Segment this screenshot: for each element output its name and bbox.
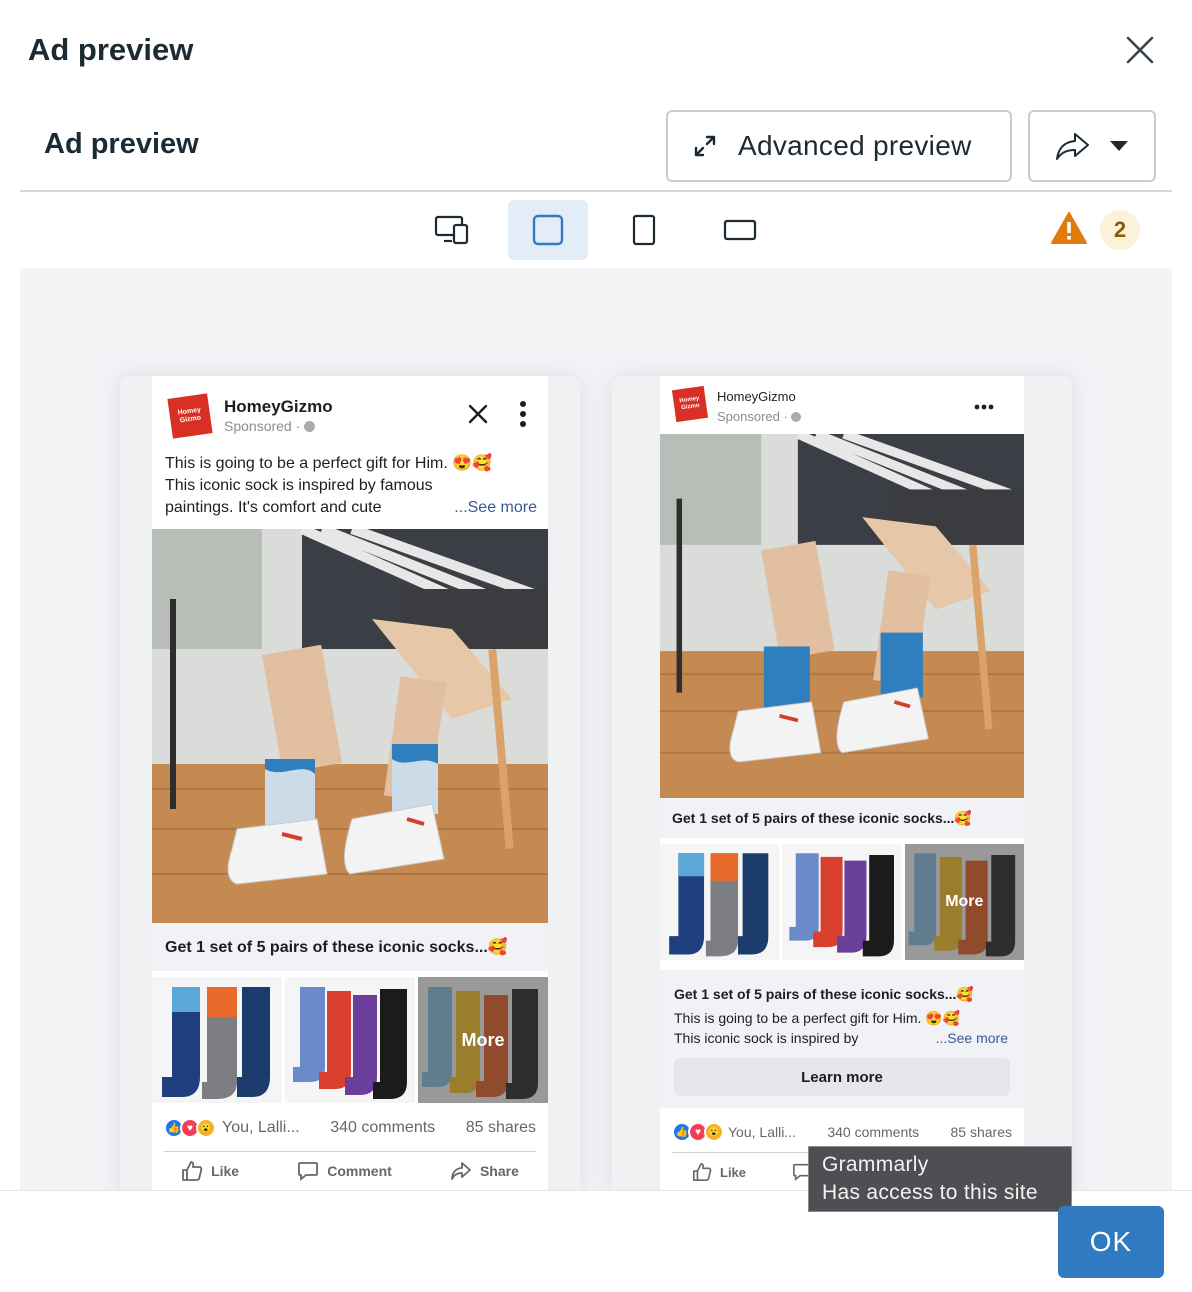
carousel-item[interactable] bbox=[152, 977, 282, 1103]
post-text-line: This iconic sock is inspired by famous bbox=[165, 477, 433, 494]
tooltip-title: Grammarly bbox=[822, 1153, 929, 1176]
post-text: This is going to be a perfect gift for H… bbox=[165, 453, 537, 519]
vertical-format-button[interactable] bbox=[604, 200, 684, 260]
square-icon bbox=[532, 214, 564, 246]
shares-count[interactable]: 85 shares bbox=[951, 1124, 1012, 1140]
reaction-icons: 👍 ♥ 😮 bbox=[164, 1118, 216, 1138]
more-overlay[interactable]: More bbox=[418, 977, 548, 1103]
sock-image bbox=[660, 844, 780, 960]
all-placements-button[interactable] bbox=[412, 200, 492, 260]
devices-icon bbox=[434, 215, 469, 245]
sponsored-text: Sponsored · bbox=[717, 409, 792, 424]
share-action[interactable]: Share bbox=[450, 1160, 519, 1182]
sock-image bbox=[285, 977, 415, 1103]
shares-count[interactable]: 85 shares bbox=[466, 1119, 536, 1137]
socks-photo bbox=[660, 434, 1024, 798]
sponsored-label: Sponsored · bbox=[224, 418, 316, 434]
share-dropdown-button[interactable] bbox=[1028, 110, 1156, 182]
globe-icon bbox=[791, 412, 802, 422]
brand-logo: Homey Gizmo bbox=[167, 393, 213, 439]
share-arrow-icon bbox=[451, 1162, 471, 1180]
like-action[interactable]: Like bbox=[692, 1162, 746, 1182]
description-line: This is going to be a perfect gift for H… bbox=[674, 1010, 961, 1026]
page-name[interactable]: HomeyGizmo bbox=[717, 389, 796, 404]
engagement-row: 👍 ♥ 😮 You, Lalli... 340 comments 85 shar… bbox=[164, 1118, 536, 1138]
carousel-item[interactable]: More bbox=[904, 844, 1024, 960]
sponsored-text: Sponsored · bbox=[224, 418, 305, 434]
carousel-caption[interactable]: Get 1 set of 5 pairs of these iconic soc… bbox=[660, 798, 1024, 838]
comment-action[interactable]: Comment bbox=[297, 1160, 392, 1182]
tooltip-text: Has access to this site bbox=[822, 1181, 1038, 1204]
thumbs-up-icon bbox=[693, 1163, 712, 1181]
dialog-title: Ad preview bbox=[28, 32, 194, 67]
like-label: Like bbox=[211, 1163, 240, 1179]
close-icon[interactable] bbox=[468, 404, 488, 424]
expand-icon bbox=[694, 135, 716, 157]
header-divider bbox=[20, 190, 1172, 192]
like-label: Like bbox=[720, 1164, 747, 1180]
warning-icon[interactable] bbox=[1050, 211, 1088, 245]
ok-button[interactable]: OK bbox=[1058, 1206, 1164, 1278]
description-line: This iconic sock is inspired by bbox=[674, 1030, 859, 1046]
carousel-item[interactable] bbox=[285, 977, 415, 1103]
more-overlay[interactable]: More bbox=[904, 844, 1024, 960]
reaction-icons: 👍 ♥ 😮 bbox=[672, 1122, 724, 1142]
advanced-preview-button[interactable]: Advanced preview bbox=[666, 110, 1012, 182]
close-icon[interactable] bbox=[1122, 32, 1158, 68]
like-action[interactable]: Like bbox=[181, 1160, 239, 1182]
brand-logo: Homey Gizmo bbox=[671, 385, 709, 423]
vertical-rectangle-icon bbox=[632, 214, 656, 246]
engagement-row: 👍 ♥ 😮 You, Lalli... 340 comments 85 shar… bbox=[672, 1122, 1012, 1142]
share-label: Share bbox=[479, 1163, 519, 1179]
sock-image bbox=[782, 844, 902, 960]
comments-count[interactable]: 340 comments bbox=[827, 1124, 919, 1140]
sponsored-label: Sponsored · bbox=[717, 409, 802, 424]
comment-icon bbox=[298, 1162, 319, 1181]
carousel-item[interactable]: More bbox=[418, 977, 548, 1103]
product-image[interactable] bbox=[152, 529, 548, 923]
section-title: Ad preview bbox=[44, 128, 199, 160]
post-text-line: paintings. It's comfort and cute bbox=[165, 499, 382, 516]
carousel-thumbnails: More bbox=[660, 844, 1024, 960]
socks-photo bbox=[152, 529, 548, 923]
comment-label: Comment bbox=[327, 1163, 392, 1179]
chevron-down-icon bbox=[1110, 141, 1128, 151]
horizontal-rectangle-icon bbox=[723, 219, 757, 241]
advanced-preview-label: Advanced preview bbox=[738, 130, 972, 161]
comments-count[interactable]: 340 comments bbox=[330, 1119, 435, 1137]
page-name[interactable]: HomeyGizmo bbox=[224, 397, 333, 417]
more-options-icon[interactable] bbox=[518, 400, 528, 428]
see-more-link[interactable]: ...See more bbox=[454, 497, 537, 519]
left-feed-card: Homey Gizmo HomeyGizmo Sponsored · This i… bbox=[152, 376, 548, 1190]
right-feed-card: Homey Gizmo HomeyGizmo Sponsored · Get 1… bbox=[660, 376, 1024, 1190]
more-options-icon[interactable] bbox=[974, 404, 994, 410]
wow-reaction-icon: 😮 bbox=[704, 1122, 724, 1142]
carousel-item[interactable] bbox=[660, 844, 780, 960]
ad-headline[interactable]: Get 1 set of 5 pairs of these iconic soc… bbox=[674, 986, 974, 1003]
actions-divider bbox=[164, 1151, 536, 1152]
preview-stage: Homey Gizmo HomeyGizmo Sponsored · This i… bbox=[20, 268, 1172, 1190]
globe-icon bbox=[304, 421, 316, 432]
reaction-names[interactable]: You, Lalli... bbox=[222, 1119, 300, 1137]
carousel-item[interactable] bbox=[782, 844, 902, 960]
thumbs-up-icon bbox=[182, 1161, 203, 1181]
square-format-button[interactable] bbox=[508, 200, 588, 260]
carousel-thumbnails: More bbox=[152, 977, 548, 1103]
learn-more-button[interactable]: Learn more bbox=[674, 1058, 1010, 1096]
share-icon bbox=[1056, 133, 1089, 160]
wow-reaction-icon: 😮 bbox=[196, 1118, 216, 1138]
grammarly-tooltip: Grammarly Has access to this site bbox=[808, 1146, 1072, 1212]
horizontal-format-button[interactable] bbox=[700, 200, 780, 260]
reaction-names[interactable]: You, Lalli... bbox=[728, 1124, 796, 1140]
post-actions: Like Comment Share bbox=[152, 1160, 548, 1182]
sock-image bbox=[152, 977, 282, 1103]
warning-count-badge[interactable]: 2 bbox=[1100, 210, 1140, 250]
see-more-link[interactable]: ...See more bbox=[936, 1028, 1008, 1048]
ad-description: This is going to be a perfect gift for H… bbox=[674, 1008, 1008, 1048]
post-text-line: This is going to be a perfect gift for H… bbox=[165, 455, 493, 472]
product-image[interactable] bbox=[660, 434, 1024, 798]
carousel-caption[interactable]: Get 1 set of 5 pairs of these iconic soc… bbox=[152, 923, 548, 971]
